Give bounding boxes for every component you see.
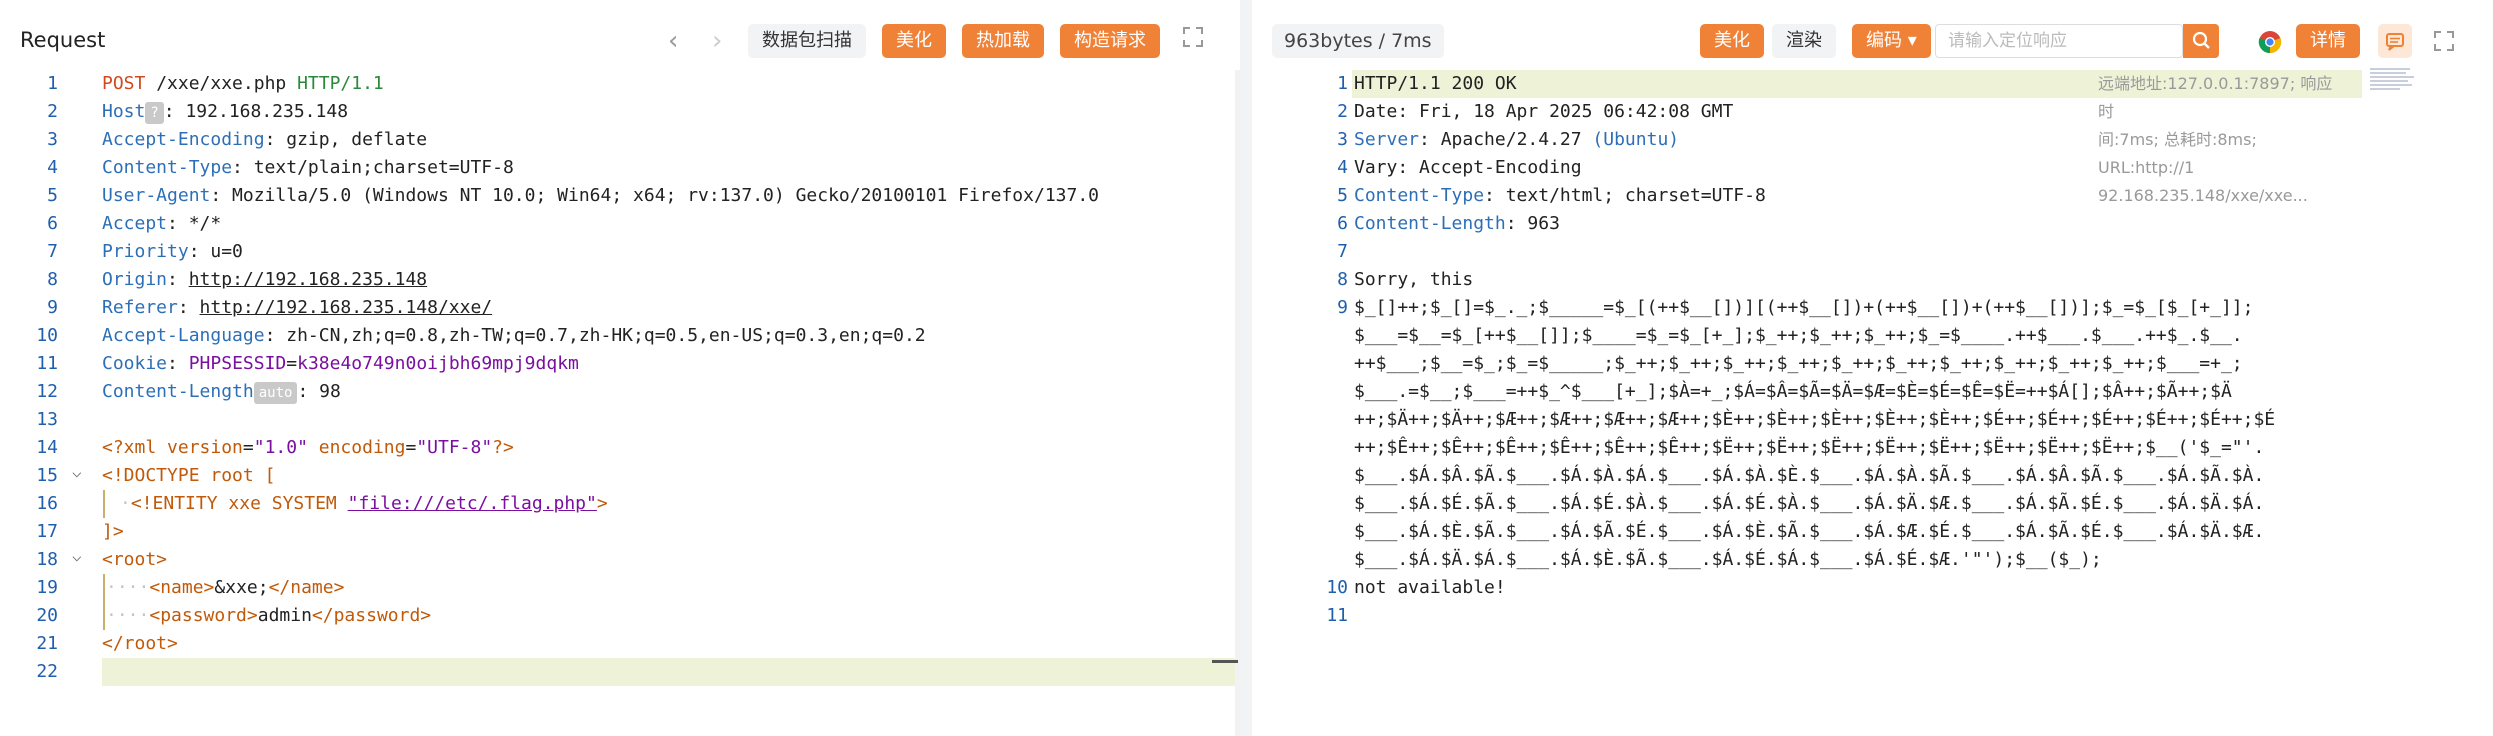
response-line: $_[]++;$_[]=$_._;$_____=$_[(++$__[])][(+… [0,294,2493,322]
response-meta-info: 远端地址:127.0.0.1:7897; 响应时 间:7ms; 总耗时:8ms;… [2098,70,2348,210]
chrome-icon[interactable] [2258,30,2282,58]
response-line: ++$___;$__=$_;$_=$_____;$_++;$_++;$_++;$… [0,350,2493,378]
response-line: $___=$__=$_[++$__[]];$____=$_=$_[+_];$_+… [0,322,2493,350]
body-code: $___.$Á.$Â.$Ã.$___.$Á.$À.$Á.$___.$Á.$À.$… [1354,465,2265,486]
response-panel: 963bytes / 7ms 美化 渲染 编码 ▾ 请输入定位响应 详情 123… [0,0,2493,736]
app-window: Request ‹ › 数据包扫描 美化 热加载 构造请求 1234567891… [0,0,2493,736]
search-icon [2192,31,2210,49]
header-line: Date: Fri, 18 Apr 2025 06:42:08 GMT [1354,101,1734,122]
response-line: ++;$Ê++;$Ê++;$Ê++;$Ê++;$Ê++;$Ê++;$Ë++;$Ë… [0,434,2493,462]
response-line: $___.=$__;$___=++$_^$___[+_];$À=+_;$Á=$Â… [0,378,2493,406]
chevron-down-icon: ▾ [1907,30,1917,51]
response-line: $___.$Á.$Ä.$Á.$___.$Á.$È.$Ã.$___.$Á.$É.$… [0,546,2493,574]
header-value: : text/html; charset=UTF-8 [1484,185,1766,206]
meta-line: 远端地址:127.0.0.1:7897; 响应时 [2098,74,2333,121]
body-code: ++;$Ê++;$Ê++;$Ê++;$Ê++;$Ê++;$Ê++;$Ë++;$Ë… [1354,437,2265,458]
header-key: Server [1354,129,1420,150]
status-line: HTTP/1.1 200 OK [1354,73,1517,94]
response-line: Content-Length: 963 [0,210,2493,238]
body-code: $___.$Á.$Ä.$Á.$___.$Á.$È.$Ã.$___.$Á.$É.$… [1354,549,2102,570]
encode-label: 编码 [1866,30,1902,51]
line-number: 11 [0,602,2493,630]
header-line: Vary: Accept-Encoding [1354,157,1582,178]
body-code: $___=$__=$_[++$__[]];$____=$_=$_[+_];$_+… [1354,325,2243,346]
body-text: not available! [1354,577,1506,598]
search-button[interactable] [2183,24,2219,58]
body-code: $_[]++;$_[]=$_._;$_____=$_[(++$__[])][(+… [1354,297,2254,318]
response-beautify-button[interactable]: 美化 [1700,24,1764,58]
response-line: Sorry, this [0,266,2493,294]
line-number: 7 [0,238,2493,266]
locate-response-input[interactable]: 请输入定位响应 [1935,24,2183,58]
meta-line: 间:7ms; 总耗时:8ms; URL:http://1 [2098,130,2257,177]
body-text: Sorry, this [1354,269,1474,290]
response-size-badge: 963bytes / 7ms [1272,24,1444,58]
render-button[interactable]: 渲染 [1772,24,1836,58]
body-code: ++$___;$__=$_;$_=$_____;$_++;$_++;$_++;$… [1354,353,2243,374]
line-number-label: 7 [1337,241,1348,262]
body-code: ++;$Ä++;$Ä++;$Æ++;$Æ++;$Æ++;$Æ++;$È++;$È… [1354,409,2276,430]
body-code: $___.$Á.$È.$Ã.$___.$Á.$Ã.$É.$___.$Á.$È.$… [1354,521,2265,542]
comment-icon[interactable] [2378,24,2412,58]
meta-line: 92.168.235.148/xxe/xxe... [2098,186,2308,205]
encode-dropdown[interactable]: 编码 ▾ [1852,24,1931,58]
body-code: $___.$Á.$É.$Ã.$___.$Á.$É.$À.$___.$Á.$É.$… [1354,493,2265,514]
response-expand-icon[interactable] [2433,30,2455,56]
response-minimap[interactable] [2370,66,2416,114]
detail-button[interactable]: 详情 [2296,24,2360,58]
header-key: Content-Type [1354,185,1485,206]
response-line: not available! [0,574,2493,602]
line-number-label: 11 [1326,605,1348,626]
header-value: : Apache/2.4.27 [1419,129,1593,150]
server-os: (Ubuntu) [1592,129,1680,150]
response-line: ++;$Ä++;$Ä++;$Æ++;$Æ++;$Æ++;$Æ++;$È++;$È… [0,406,2493,434]
body-code: $___.=$__;$___=++$_^$___[+_];$À=+_;$Á=$Â… [1354,381,2232,402]
response-line: $___.$Á.$È.$Ã.$___.$Á.$Ã.$É.$___.$Á.$È.$… [0,518,2493,546]
header-key: Content-Length [1354,213,1506,234]
response-line: $___.$Á.$É.$Ã.$___.$Á.$É.$À.$___.$Á.$É.$… [0,490,2493,518]
header-value: : 963 [1505,213,1560,234]
response-line: $___.$Á.$Â.$Ã.$___.$Á.$À.$Á.$___.$Á.$À.$… [0,462,2493,490]
